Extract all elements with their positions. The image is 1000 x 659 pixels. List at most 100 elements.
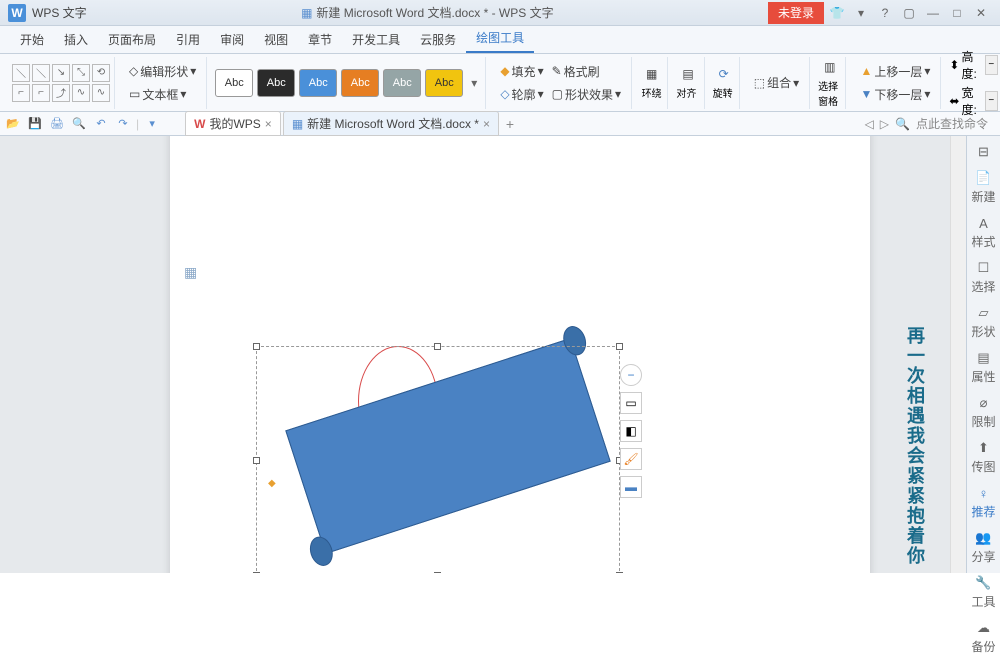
side-选择[interactable]: ☐选择 (969, 256, 999, 299)
height-label: 高度: (961, 48, 982, 82)
float-tool[interactable]: − (620, 364, 642, 386)
search-icon[interactable]: 🔍 (895, 117, 910, 131)
adjust-handle[interactable]: ◆ (268, 478, 276, 489)
vertical-scrollbar[interactable] (950, 136, 966, 573)
close-icon[interactable]: × (483, 117, 490, 131)
fill-button[interactable]: ◆填充▾ ✎格式刷 (494, 61, 627, 82)
side-icon: ⌀ (976, 395, 992, 411)
selection-pane-button[interactable]: ▥ (818, 58, 841, 76)
print-icon[interactable]: 🖨 (48, 115, 66, 133)
shape-style[interactable]: Abc (257, 69, 295, 97)
login-button[interactable]: 未登录 (768, 2, 824, 24)
menu-章节[interactable]: 章节 (298, 26, 342, 53)
line-shape[interactable]: ⟲ (92, 64, 110, 82)
float-tool[interactable]: ▭ (620, 392, 642, 414)
preview-icon[interactable]: 🔍 (70, 115, 88, 133)
line-shape[interactable]: ⌐ (32, 84, 50, 102)
shape-style[interactable]: Abc (341, 69, 379, 97)
cloth-icon[interactable]: 👕 (826, 2, 848, 24)
menu-审阅[interactable]: 审阅 (210, 26, 254, 53)
doc-title: ▦ 新建 Microsoft Word 文档.docx * - WPS 文字 (87, 4, 768, 21)
shape-style[interactable]: Abc (215, 69, 253, 97)
side-icon: ▱ (976, 305, 992, 321)
close-icon[interactable]: × (265, 117, 272, 131)
float-tool[interactable]: 🖌 (620, 448, 642, 470)
shape-style[interactable]: Abc (383, 69, 421, 97)
app-logo-icon: W (8, 4, 26, 22)
shape-style[interactable]: Abc (425, 69, 463, 97)
app-name: WPS 文字 (32, 4, 87, 21)
side-icon: ▤ (976, 350, 992, 366)
menu-引用[interactable]: 引用 (166, 26, 210, 53)
selection-box (256, 346, 620, 573)
tab-mywps[interactable]: W我的WPS× (185, 111, 281, 136)
side-icon: 🔧 (976, 575, 992, 591)
skin-icon[interactable]: ▾ (850, 2, 872, 24)
wrap-button[interactable]: ▦ (640, 65, 663, 83)
float-tool[interactable]: ◧ (620, 420, 642, 442)
minimize-button[interactable]: — (922, 2, 944, 24)
align-button[interactable]: ▤ (676, 65, 699, 83)
side-形状[interactable]: ▱形状 (969, 301, 999, 344)
help-icon[interactable]: ? (874, 2, 896, 24)
menu-页面布局[interactable]: 页面布局 (98, 26, 166, 53)
shape-style[interactable]: Abc (299, 69, 337, 97)
line-shape[interactable]: ∿ (92, 84, 110, 102)
search-command[interactable]: 点此查找命令 (916, 115, 988, 132)
side-panel: ⊟ 📄新建A样式☐选择▱形状▤属性⌀限制⬆传图♀推荐👥分享🔧工具☁备份 (966, 136, 1000, 573)
tab-document[interactable]: ▦新建 Microsoft Word 文档.docx *× (283, 111, 499, 136)
nav-back-icon[interactable]: ◁ (865, 117, 874, 131)
side-新建[interactable]: 📄新建 (969, 166, 999, 209)
group-button[interactable]: ⬚组合▾ (748, 72, 805, 93)
redo-icon[interactable]: ↷ (114, 115, 132, 133)
send-backward-button[interactable]: ▼下移一层▾ (854, 84, 936, 105)
menu-开发工具[interactable]: 开发工具 (342, 26, 410, 53)
resize-handle[interactable] (253, 343, 260, 350)
outline-button[interactable]: ◇轮廓▾ ▢形状效果▾ (494, 84, 627, 105)
side-备份[interactable]: ☁备份 (969, 616, 999, 659)
menu-云服务[interactable]: 云服务 (410, 26, 466, 53)
edit-shape-button[interactable]: ◇编辑形状▾ (123, 61, 202, 82)
close-button[interactable]: ✕ (970, 2, 992, 24)
undo-icon[interactable]: ↶ (92, 115, 110, 133)
resize-handle[interactable] (253, 457, 260, 464)
line-shape[interactable]: ∿ (72, 84, 90, 102)
bring-forward-button[interactable]: ▲上移一层▾ (854, 61, 936, 82)
add-tab-button[interactable]: + (501, 115, 519, 133)
float-tool[interactable]: ▬ (620, 476, 642, 498)
ribbon-toggle-icon[interactable]: ▢ (898, 2, 920, 24)
height-dec[interactable]: − (985, 55, 998, 75)
maximize-button[interactable]: □ (946, 2, 968, 24)
menu-视图[interactable]: 视图 (254, 26, 298, 53)
resize-handle[interactable] (434, 343, 441, 350)
side-collapse[interactable]: ⊟ (969, 140, 999, 164)
menu-开始[interactable]: 开始 (10, 26, 54, 53)
save-icon[interactable]: 💾 (26, 115, 44, 133)
paragraph-icon: ▦ (184, 264, 197, 281)
side-推荐[interactable]: ♀推荐 (969, 481, 999, 524)
styles-more[interactable]: ▾ (467, 76, 481, 90)
menu-绘图工具[interactable]: 绘图工具 (466, 24, 534, 53)
side-传图[interactable]: ⬆传图 (969, 436, 999, 479)
side-样式[interactable]: A样式 (969, 211, 999, 254)
line-shape[interactable]: ⤴ (52, 84, 70, 102)
nav-fwd-icon[interactable]: ▷ (880, 117, 889, 131)
line-shape[interactable]: ⤡ (72, 64, 90, 82)
canvas[interactable]: ▦ ⟳ ◆ −▭◧🖌▬ 再一次相遇我会紧紧抱着你 (0, 136, 966, 573)
side-工具[interactable]: 🔧工具 (969, 571, 999, 614)
more-icon[interactable]: ▾ (143, 115, 161, 133)
text-box-button[interactable]: ▭文本框▾ (123, 84, 202, 105)
side-属性[interactable]: ▤属性 (969, 346, 999, 389)
resize-handle[interactable] (616, 343, 623, 350)
side-分享[interactable]: 👥分享 (969, 526, 999, 569)
line-shape[interactable]: ⌐ (12, 84, 30, 102)
side-限制[interactable]: ⌀限制 (969, 391, 999, 434)
line-shape[interactable]: ＼ (12, 64, 30, 82)
workspace: ▦ ⟳ ◆ −▭◧🖌▬ 再一次相遇我会紧紧抱着你 (0, 136, 966, 573)
menu-插入[interactable]: 插入 (54, 26, 98, 53)
line-shape[interactable]: ↘ (52, 64, 70, 82)
line-shape[interactable]: ＼ (32, 64, 50, 82)
rotate-button[interactable]: ⟳ (713, 65, 735, 83)
width-dec[interactable]: − (985, 91, 998, 111)
open-icon[interactable]: 📂 (4, 115, 22, 133)
